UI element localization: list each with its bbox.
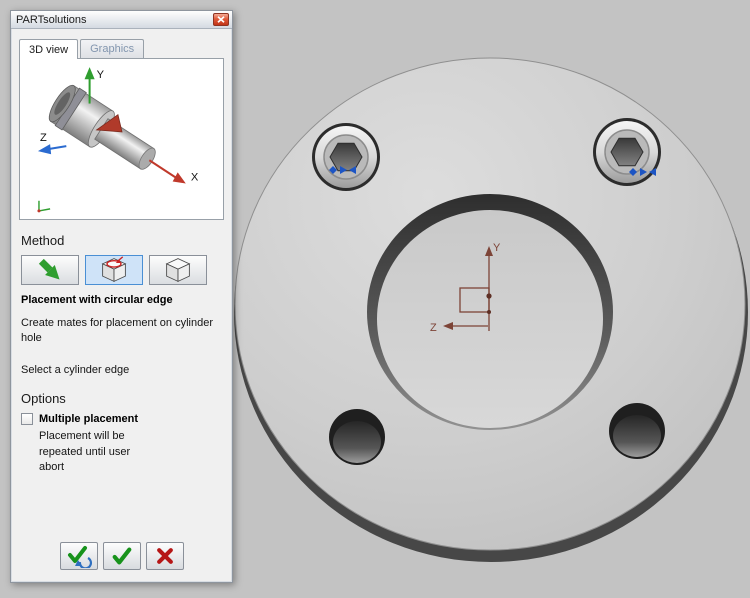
method-button-row [21,255,222,285]
tab-3d-view[interactable]: 3D view [19,39,79,59]
socket-screw-top-left[interactable] [311,122,381,192]
method-hint: Select a cylinder edge [21,363,130,376]
multiple-placement-row[interactable]: Multiple placement [21,413,222,426]
dialog-action-row [11,542,232,570]
origin-triad-icon [37,200,51,213]
multiple-placement-description: Placement will be repeated until user ab… [39,430,131,473]
dialog-title: PARTsolutions [16,13,87,26]
preview-axis-y-label: Y [97,69,105,81]
sketch-axis-y-label: Y [493,242,501,254]
preview-z-arrow-icon [37,144,52,155]
method-heading: Method [21,233,65,248]
apply-and-repeat-button[interactable] [59,542,98,570]
preview-z-axis [47,145,67,151]
part-preview-3d: Y Z X [37,67,199,213]
preview-x-arrow-icon [172,172,186,184]
preview-x-axis [148,159,177,179]
apply-button[interactable] [102,542,141,570]
check-repeat-icon [67,546,92,568]
cad-application-window: Y Z PARTsolutions 3D view Graphics Y Z X… [0,0,750,598]
bolt-hole-bottom-right[interactable] [609,403,665,459]
tab-graphics[interactable]: Graphics [80,39,145,59]
bolt-hole-bottom-left[interactable] [329,409,385,465]
preview-tabstrip: 3D view Graphics [11,29,232,59]
cube-circular-edge-icon [101,256,127,283]
preview-y-arrow-icon [84,67,95,80]
green-arrow-icon [38,258,60,280]
dialog-titlebar[interactable]: PARTsolutions [11,11,232,29]
close-icon [217,16,225,23]
sketch-axis-z-label: Z [430,322,437,334]
multiple-placement-checkbox[interactable] [21,413,33,426]
close-button[interactable] [213,13,229,26]
part-preview-panel[interactable]: Y Z X [19,58,224,220]
check-icon [112,547,131,565]
socket-screw-top-right[interactable] [592,117,662,187]
preview-axis-x-label: X [191,172,199,184]
cross-icon [156,548,173,564]
options-block: Multiple placement Placement will be rep… [21,413,222,475]
cancel-button[interactable] [145,542,184,570]
method-placement-circular-edge-button[interactable] [85,255,143,285]
method-description: Create mates for placement on cylinder h… [21,317,213,345]
flange-model[interactable]: Y Z [234,57,748,562]
method-placement-free-button[interactable] [21,255,79,285]
partsolutions-dialog: PARTsolutions 3D view Graphics Y Z X Met… [10,10,233,583]
method-selected-title: Placement with circular edge [21,294,173,306]
multiple-placement-label: Multiple placement [39,413,139,426]
cube-icon [165,258,191,283]
preview-axis-z-label: Z [40,132,47,144]
options-heading: Options [21,391,66,407]
method-placement-box-button[interactable] [149,255,207,285]
